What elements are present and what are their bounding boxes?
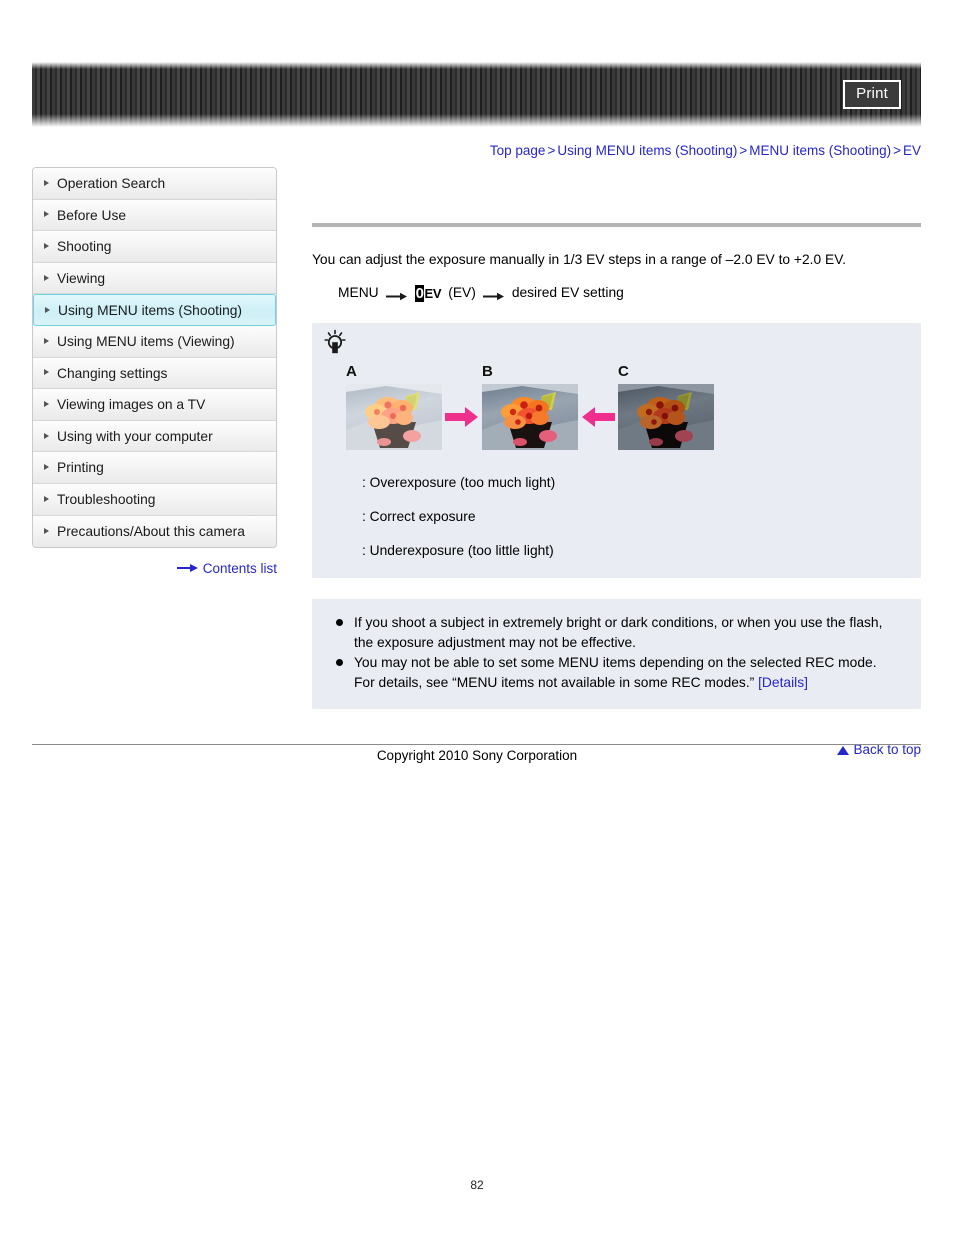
sidebar-item-label: Before Use xyxy=(57,207,127,223)
sidebar-item-label: Viewing images on a TV xyxy=(57,397,206,413)
sidebar-item-shooting[interactable]: Shooting xyxy=(33,231,276,263)
ev-menu-icon: 0EV xyxy=(414,285,442,302)
triangle-right-icon xyxy=(45,306,50,313)
triangle-right-icon xyxy=(44,274,49,281)
page-number: 82 xyxy=(470,1178,484,1192)
note-item: You may not be able to set some MENU ite… xyxy=(334,653,899,692)
contents-list-label: Contents list xyxy=(202,561,277,576)
sidebar-item-using-menu-items-shooting[interactable]: Using MENU items (Shooting) xyxy=(33,294,276,326)
triangle-right-icon xyxy=(44,211,49,218)
section-divider xyxy=(312,223,921,227)
flower-photo-underexposed xyxy=(618,384,714,450)
print-button[interactable]: Print xyxy=(843,80,901,109)
triangle-right-icon xyxy=(44,495,49,502)
triangle-right-icon xyxy=(44,432,49,439)
sidebar-item-viewing[interactable]: Viewing xyxy=(33,262,276,295)
menu-path-end: desired EV setting xyxy=(511,285,624,300)
sample-letter-c: C xyxy=(618,363,629,380)
triangle-right-icon xyxy=(44,464,49,471)
sidebar-item-precautions-about-this-camera[interactable]: Precautions/About this camera xyxy=(33,515,276,548)
breadcrumb-separator: > xyxy=(893,143,901,158)
arrow-left-pink-icon xyxy=(578,384,618,450)
triangle-right-icon xyxy=(44,400,49,407)
arrow-right-icon xyxy=(176,561,199,576)
exposure-sample-row: A B C xyxy=(312,363,921,450)
flower-photo-overexposed xyxy=(346,384,442,450)
sidebar-item-troubleshooting[interactable]: Troubleshooting xyxy=(33,483,276,516)
breadcrumb: Top page > Using MENU items (Shooting) > MEN… xyxy=(0,143,921,158)
caption-underexposure: : Underexposure (too little light) xyxy=(362,543,554,558)
arrow-right-pink-icon xyxy=(442,384,482,450)
sidebar-item-operation-search[interactable]: Operation Search xyxy=(33,168,276,200)
sidebar-item-label: Operation Search xyxy=(57,176,166,191)
note-item: If you shoot a subject in extremely brig… xyxy=(334,613,899,652)
copyright-text: Copyright 2010 Sony Corporation xyxy=(376,748,578,763)
arrow-right-icon xyxy=(482,289,505,301)
sidebar-item-label: Shooting xyxy=(57,239,112,255)
details-link[interactable]: [Details] xyxy=(758,675,808,690)
lightbulb-tip-icon xyxy=(322,329,348,357)
sidebar-item-label: Troubleshooting xyxy=(57,491,156,507)
menu-path-start: MENU xyxy=(338,285,379,300)
triangle-right-icon xyxy=(44,337,49,344)
breadcrumb-item-2[interactable]: MENU items (Shooting) xyxy=(749,143,891,158)
notes-panel: If you shoot a subject in extremely brig… xyxy=(312,599,921,709)
triangle-right-icon xyxy=(44,369,49,376)
triangle-right-icon xyxy=(44,242,49,249)
sidebar-item-viewing-images-on-a-tv[interactable]: Viewing images on a TV xyxy=(33,389,276,421)
exposure-sample-b: B xyxy=(482,363,578,450)
sidebar-item-before-use[interactable]: Before Use xyxy=(33,199,276,232)
menu-path-line: MENU 0EV (EV) desired EV setting xyxy=(338,284,921,302)
sample-letter-a: A xyxy=(346,363,357,380)
sidebar-item-label: Changing settings xyxy=(57,365,168,381)
caption-correct-exposure: : Correct exposure xyxy=(362,509,476,524)
flower-photo-correct xyxy=(482,384,578,450)
tip-panel: A B C: Overexposure (too much light): … xyxy=(312,323,921,578)
breadcrumb-separator: > xyxy=(547,143,556,158)
sidebar-item-using-with-your-computer[interactable]: Using with your computer xyxy=(33,420,276,453)
sidebar-item-label: Printing xyxy=(57,460,104,476)
header-banner: Print xyxy=(32,62,921,127)
sidebar-item-label: Using with your computer xyxy=(57,428,213,444)
sidebar-nav: Operation Search Before Use Shooting Vie… xyxy=(32,167,277,549)
sidebar-item-printing[interactable]: Printing xyxy=(33,452,276,484)
exposure-sample-c: C xyxy=(618,363,714,450)
breadcrumb-item-1[interactable]: Using MENU items (Shooting) xyxy=(557,143,737,158)
breadcrumb-item-3[interactable]: EV xyxy=(903,143,921,158)
triangle-right-icon xyxy=(44,179,49,186)
bullet-dot-icon xyxy=(336,619,343,626)
arrow-right-icon xyxy=(385,289,408,301)
footer-divider xyxy=(32,744,921,745)
note-text: If you shoot a subject in extremely brig… xyxy=(354,615,883,650)
sidebar-item-label: Viewing xyxy=(57,270,106,286)
caption-overexposure: : Overexposure (too much light) xyxy=(362,475,556,490)
sidebar-item-label: Precautions/About this camera xyxy=(57,523,245,539)
triangle-right-icon xyxy=(44,527,49,534)
sidebar-item-label: Using MENU items (Viewing) xyxy=(57,333,235,349)
intro-paragraph: You can adjust the exposure manually in … xyxy=(312,252,846,267)
sidebar-item-label: Using MENU items (Shooting) xyxy=(58,303,243,319)
ev-paren-label: (EV) xyxy=(448,285,476,300)
breadcrumb-separator: > xyxy=(739,143,748,158)
contents-list-link[interactable]: Contents list xyxy=(32,561,277,577)
sidebar-item-changing-settings[interactable]: Changing settings xyxy=(33,357,276,390)
exposure-caption-list: : Overexposure (too much light) : Correc… xyxy=(312,474,921,560)
breadcrumb-item-0[interactable]: Top page xyxy=(490,143,546,158)
sidebar-item-using-menu-items-viewing[interactable]: Using MENU items (Viewing) xyxy=(33,325,276,358)
exposure-sample-a: A xyxy=(346,363,442,450)
sample-letter-b: B xyxy=(482,363,493,380)
bullet-dot-icon xyxy=(336,659,343,666)
main-content: You can adjust the exposure manually in … xyxy=(312,167,921,757)
